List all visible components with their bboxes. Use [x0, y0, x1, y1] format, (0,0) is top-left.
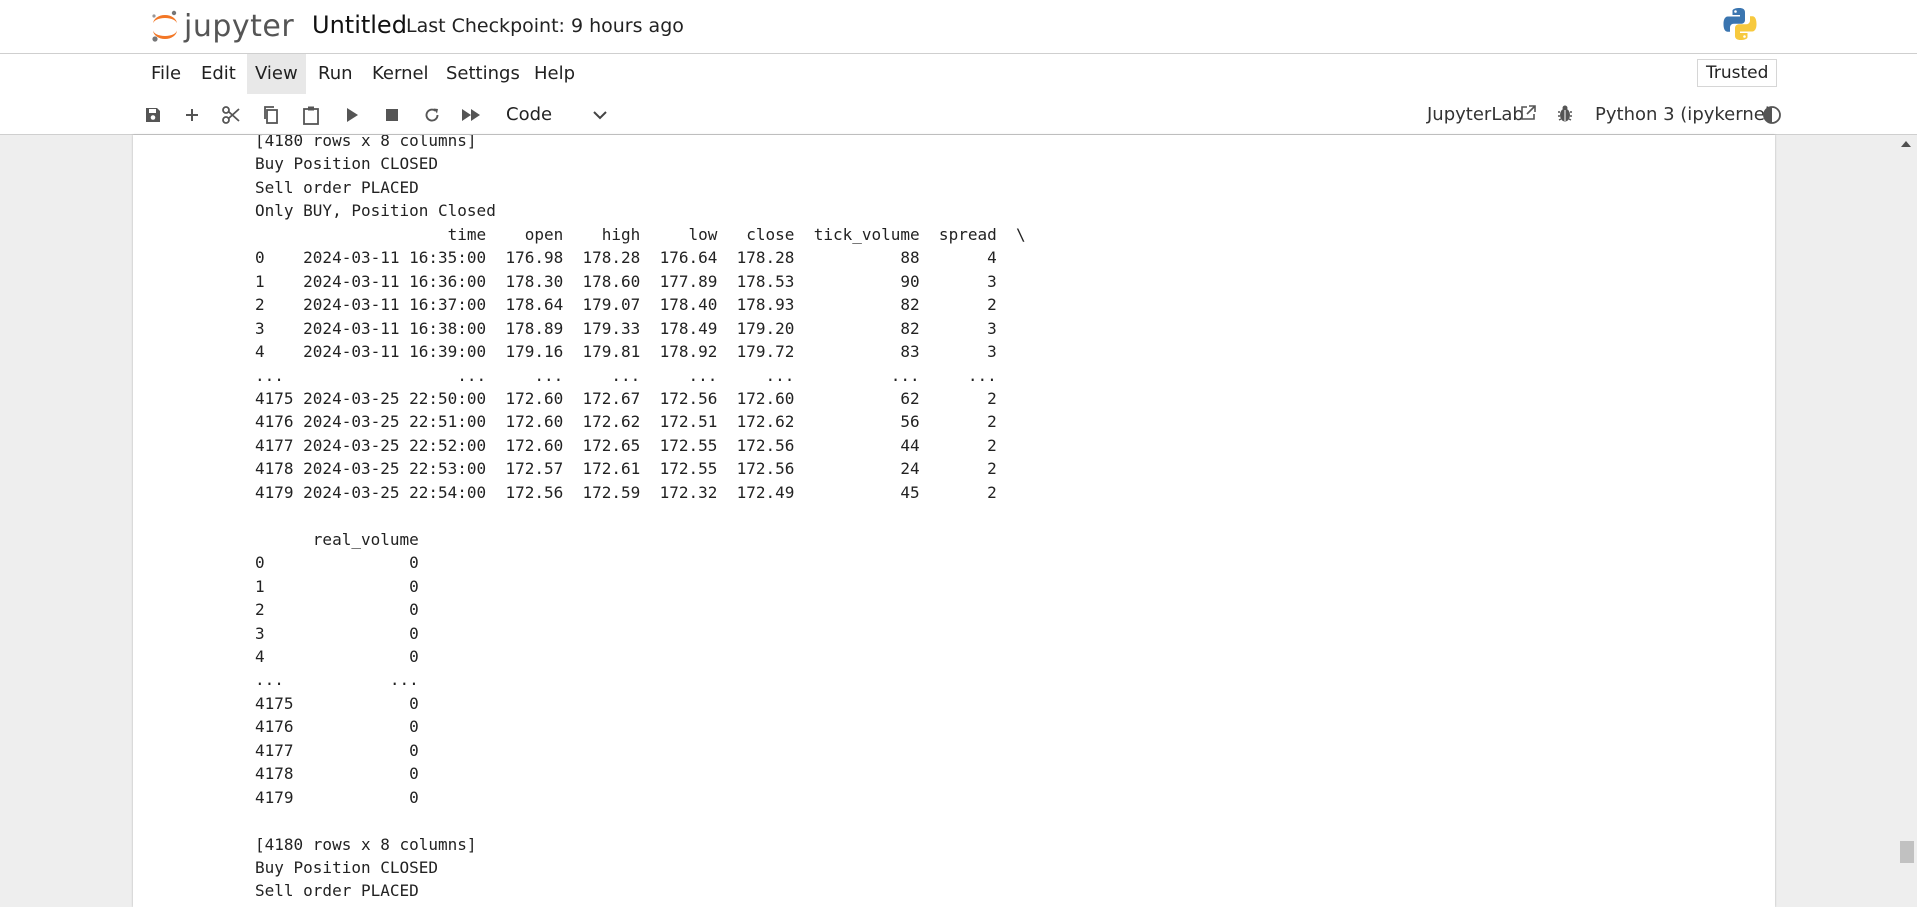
cell-type-select[interactable]: Code: [498, 102, 618, 128]
output-line: 4175 0: [255, 693, 419, 713]
kernel-status-icon: [1763, 106, 1781, 124]
output-line: real_volume: [255, 529, 419, 549]
menu-settings[interactable]: Settings: [438, 54, 528, 94]
output-line: time open high low close tick_volume spr…: [255, 224, 1026, 244]
paste-icon[interactable]: [299, 103, 323, 127]
cell-output: [4180 rows x 8 columns] Buy Position CLOS…: [255, 135, 1026, 907]
stop-icon[interactable]: [380, 103, 404, 127]
external-link-icon[interactable]: [1519, 104, 1537, 122]
copy-icon[interactable]: [259, 103, 283, 127]
output-line: 0 2024-03-11 16:35:00 176.98 178.28 176.…: [255, 248, 997, 268]
notebook-panel: [4180 rows x 8 columns] Buy Position CLOS…: [133, 135, 1775, 907]
output-line: ... ...: [255, 670, 419, 690]
kernel-name[interactable]: Python 3 (ipykernel): [1595, 103, 1777, 127]
output-line: 1 2024-03-11 16:36:00 178.30 178.60 177.…: [255, 271, 997, 291]
jupyter-wordmark: jupyter: [184, 8, 295, 44]
output-line: ... ... ... ... ... ... ... ...: [255, 365, 997, 385]
output-line: 1 0: [255, 576, 419, 596]
scrollbar-thumb[interactable]: [1900, 841, 1914, 863]
python-logo-icon: [1723, 8, 1757, 40]
output-line: Sell order PLACED: [255, 177, 419, 197]
output-line: [4180 rows x 8 columns]: [255, 834, 477, 854]
menu-file[interactable]: File: [143, 54, 189, 94]
output-line: 4176 0: [255, 717, 419, 737]
vertical-scrollbar[interactable]: [1896, 135, 1917, 907]
output-line: Only BUY, Position Closed: [255, 903, 1026, 907]
cell-type-value: Code: [506, 104, 553, 125]
output-line: 4178 0: [255, 764, 419, 784]
open-jupyterlab-link[interactable]: JupyterLab: [1427, 103, 1524, 127]
menu-run[interactable]: Run: [310, 54, 361, 94]
checkpoint-status: Last Checkpoint: 9 hours ago: [406, 15, 684, 37]
output-line: 4179 2024-03-25 22:54:00 172.56 172.59 1…: [255, 482, 997, 502]
jupyter-logo[interactable]: jupyter: [150, 6, 294, 46]
output-line: Sell order PLACED: [255, 881, 419, 901]
menubar: File Edit View Run Kernel Settings Help …: [0, 54, 1917, 96]
output-line: Only BUY, Position Closed: [255, 201, 496, 221]
run-all-icon[interactable]: [459, 103, 483, 127]
output-line: 4 2024-03-11 16:39:00 179.16 179.81 178.…: [255, 342, 997, 362]
trusted-indicator[interactable]: Trusted: [1697, 59, 1778, 87]
cut-icon[interactable]: [219, 103, 243, 127]
save-icon[interactable]: [141, 103, 165, 127]
debugger-bug-icon[interactable]: [1556, 104, 1574, 124]
output-line: 4179 0: [255, 787, 419, 807]
add-cell-icon[interactable]: [180, 103, 204, 127]
jupyter-logo-icon: [152, 10, 177, 42]
output-line: 4177 2024-03-25 22:52:00 172.60 172.65 1…: [255, 435, 997, 455]
output-line: 4175 2024-03-25 22:50:00 172.60 172.67 1…: [255, 388, 997, 408]
notebook-toolbar: Code JupyterLab Python 3 (ipykernel): [0, 96, 1917, 135]
output-line: 4176 2024-03-25 22:51:00 172.60 172.62 1…: [255, 412, 997, 432]
output-line: Buy Position CLOSED: [255, 858, 439, 878]
chevron-down-icon: [593, 111, 607, 120]
output-line: 4178 2024-03-25 22:53:00 172.57 172.61 1…: [255, 459, 997, 479]
menu-edit[interactable]: Edit: [193, 54, 244, 94]
output-line: 2 0: [255, 600, 419, 620]
output-line: 4177 0: [255, 740, 419, 760]
output-line: 2 2024-03-11 16:37:00 178.64 179.07 178.…: [255, 295, 997, 315]
menu-view[interactable]: View: [247, 54, 306, 94]
output-line: 0 0: [255, 553, 419, 573]
restart-icon[interactable]: [420, 103, 444, 127]
notebook-header: jupyter Untitled Last Checkpoint: 9 hour…: [0, 0, 1917, 54]
notebook-title[interactable]: Untitled: [312, 11, 407, 39]
menu-help[interactable]: Help: [526, 54, 583, 94]
output-line: 3 0: [255, 623, 419, 643]
output-line: 4 0: [255, 646, 419, 666]
output-line: Buy Position CLOSED: [255, 154, 439, 174]
run-icon[interactable]: [340, 103, 364, 127]
output-line: [4180 rows x 8 columns]: [255, 135, 477, 150]
output-line: 3 2024-03-11 16:38:00 178.89 179.33 178.…: [255, 318, 997, 338]
menu-kernel[interactable]: Kernel: [364, 54, 437, 94]
scroll-up-arrow-icon[interactable]: [1900, 139, 1912, 149]
